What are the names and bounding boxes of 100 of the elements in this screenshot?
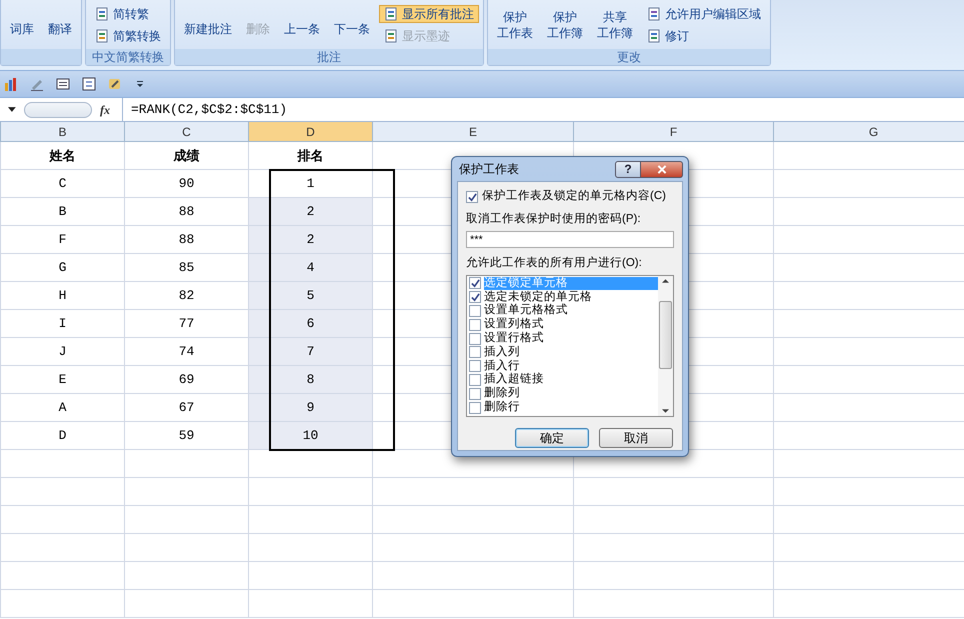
checkbox[interactable] bbox=[469, 277, 481, 290]
table-cell-text: H bbox=[58, 286, 66, 305]
list-item[interactable]: 插入列 bbox=[484, 346, 658, 359]
list-item[interactable]: 删除列 bbox=[484, 387, 658, 400]
header-cell-text: 姓名 bbox=[50, 146, 76, 165]
checkbox[interactable] bbox=[469, 402, 481, 414]
table-cell-text: 1 bbox=[306, 174, 314, 193]
ribbon-button[interactable]: 上一条 bbox=[279, 20, 325, 38]
form-icon[interactable] bbox=[82, 77, 96, 91]
field-label: 允许此工作表的所有用户进行(O): bbox=[466, 255, 643, 272]
group-label: 中文简繁转换 bbox=[92, 51, 164, 63]
checkbox[interactable] bbox=[469, 388, 481, 400]
checkbox[interactable] bbox=[469, 374, 481, 386]
help-button[interactable]: ? bbox=[615, 160, 641, 178]
dropdown-icon[interactable] bbox=[8, 107, 16, 112]
list-item[interactable]: 删除行 bbox=[484, 401, 658, 414]
table-cell-text: E bbox=[58, 370, 66, 389]
table-cell-text: 69 bbox=[178, 370, 194, 389]
checkbox-label: 保护工作表及锁定的单元格内容(C) bbox=[482, 188, 666, 204]
close-button[interactable] bbox=[641, 160, 683, 178]
ribbon-button[interactable]: 词库 bbox=[5, 20, 39, 38]
document-icon bbox=[384, 28, 398, 42]
table-cell-text: B bbox=[58, 202, 66, 221]
list-item[interactable]: 选定未锁定的单元格 bbox=[484, 290, 658, 304]
ribbon-button[interactable]: 简繁转换 bbox=[90, 26, 166, 44]
ribbon-button[interactable]: 保护 工作表 bbox=[492, 8, 538, 42]
table-cell-text: 10 bbox=[302, 426, 318, 445]
table-cell-text: 85 bbox=[178, 258, 194, 277]
dialog-button[interactable]: 确定 bbox=[515, 428, 589, 448]
header-cell-text: 成绩 bbox=[174, 146, 200, 165]
checkbox[interactable] bbox=[469, 332, 481, 345]
list-item[interactable]: 设置列格式 bbox=[484, 318, 658, 332]
table-cell-text: D bbox=[58, 426, 66, 445]
column-header[interactable]: E bbox=[373, 122, 574, 141]
table-cell-text: 7 bbox=[306, 342, 314, 361]
scroll-down-icon[interactable] bbox=[662, 408, 669, 412]
ribbon-button[interactable]: 翻译 bbox=[43, 20, 77, 38]
checkbox[interactable] bbox=[469, 304, 481, 317]
column-header[interactable]: F bbox=[574, 122, 774, 141]
table-cell-text: J bbox=[58, 342, 66, 361]
document-icon bbox=[647, 28, 661, 42]
group-label: 批注 bbox=[317, 51, 341, 63]
pen-icon[interactable] bbox=[30, 77, 44, 91]
document-icon bbox=[647, 6, 661, 20]
scrollbar[interactable] bbox=[658, 276, 673, 416]
checkbox[interactable] bbox=[469, 291, 481, 304]
ribbon-button[interactable]: 保护 工作簿 bbox=[542, 8, 588, 42]
ribbon-button[interactable]: 简转繁 bbox=[90, 4, 166, 22]
document-icon bbox=[384, 6, 398, 20]
dialog-title: 保护工作表 bbox=[458, 161, 519, 178]
table-cell-text: G bbox=[58, 258, 66, 277]
table-cell-text: 8 bbox=[306, 370, 314, 389]
header-cell-text: 排名 bbox=[298, 146, 324, 165]
ribbon-button[interactable]: 允许用户编辑区域 bbox=[642, 4, 766, 22]
table-cell-text: 88 bbox=[178, 230, 194, 249]
table-cell-text: 6 bbox=[306, 314, 314, 333]
table-cell-text: 9 bbox=[306, 398, 314, 417]
checkbox[interactable] bbox=[466, 191, 478, 203]
table-cell-text: 88 bbox=[178, 202, 194, 221]
list-item[interactable]: 设置行格式 bbox=[484, 332, 658, 346]
column-header[interactable]: B bbox=[1, 122, 125, 141]
table-cell-text: 59 bbox=[178, 426, 194, 445]
checkbox[interactable] bbox=[469, 318, 481, 331]
formula-text[interactable]: =RANK(C2,$C$2:$C$11) bbox=[131, 100, 288, 120]
table-cell-text: F bbox=[58, 230, 66, 249]
close-icon bbox=[656, 164, 666, 174]
ribbon-button[interactable]: 修订 bbox=[642, 26, 766, 44]
ribbon-button[interactable]: 共享 工作簿 bbox=[592, 8, 638, 42]
checkbox[interactable] bbox=[469, 346, 481, 358]
table-cell-text: 4 bbox=[306, 258, 314, 277]
document-icon bbox=[95, 28, 109, 42]
list-item[interactable]: 设置单元格格式 bbox=[484, 304, 658, 318]
table-cell-text: 67 bbox=[178, 398, 194, 417]
function-label[interactable]: fx bbox=[100, 100, 114, 118]
list-item[interactable]: 插入超链接 bbox=[484, 373, 658, 386]
checkbox[interactable] bbox=[469, 360, 481, 372]
table-cell-text: A bbox=[58, 398, 66, 417]
chart-icon[interactable] bbox=[4, 77, 18, 91]
field-label: 取消工作表保护时使用的密码(P): bbox=[466, 211, 642, 227]
ribbon-button[interactable]: 下一条 bbox=[329, 20, 375, 38]
list-item[interactable]: 插入行 bbox=[484, 360, 658, 373]
form-icon[interactable] bbox=[56, 77, 70, 91]
table-cell-text: C bbox=[58, 174, 66, 193]
scroll-up-icon[interactable] bbox=[662, 278, 669, 282]
table-cell-text: 2 bbox=[306, 230, 314, 249]
table-cell-text: 90 bbox=[178, 174, 194, 193]
dialog-button[interactable]: 取消 bbox=[599, 428, 673, 448]
group-label: 更改 bbox=[617, 51, 641, 63]
table-cell-text: 77 bbox=[178, 314, 194, 333]
column-header[interactable]: D bbox=[249, 122, 373, 141]
password-field[interactable]: *** bbox=[466, 231, 674, 248]
ribbon-button[interactable]: 显示所有批注 bbox=[379, 4, 479, 22]
table-cell-text: 74 bbox=[178, 342, 194, 361]
column-header[interactable]: C bbox=[125, 122, 249, 141]
table-cell-text: 5 bbox=[306, 286, 314, 305]
document-icon bbox=[95, 6, 109, 20]
table-cell-text: 2 bbox=[306, 202, 314, 221]
customize-icon[interactable] bbox=[136, 80, 144, 88]
ribbon-button[interactable]: 新建批注 bbox=[179, 20, 237, 38]
column-header[interactable]: G bbox=[774, 122, 964, 141]
